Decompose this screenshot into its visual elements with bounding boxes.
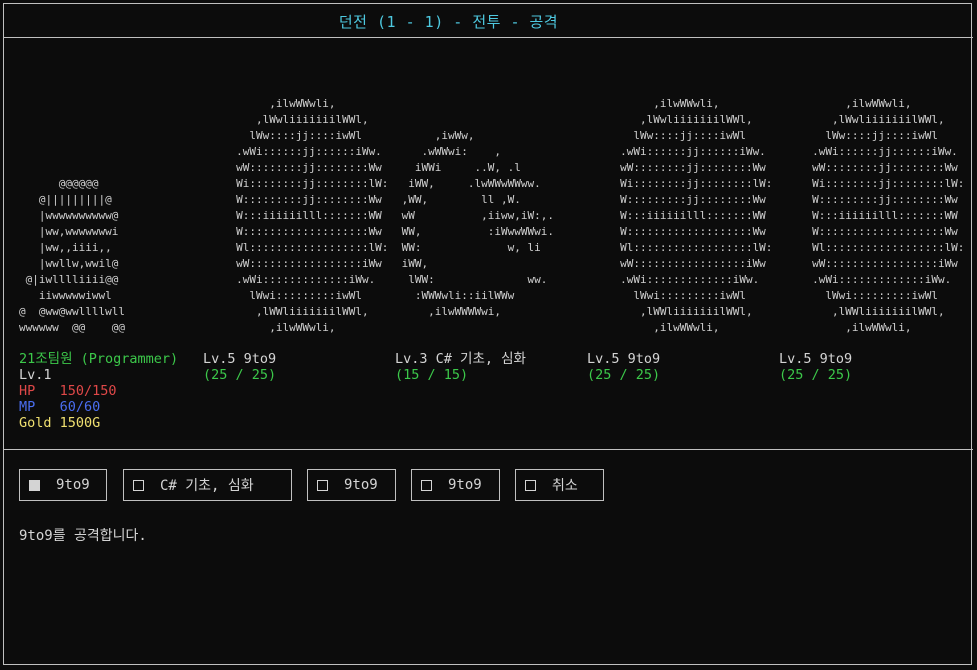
monster-name: Lv.3 C# 기초, 심화: [395, 351, 526, 367]
target-option-csharp[interactable]: C# 기초, 심화: [123, 469, 292, 501]
monster-ascii-art: ,ilwWWwli, ,lWwliiiiiiilWWl, lWw::::jj::…: [620, 97, 773, 334]
mp-value: 60/60: [59, 399, 101, 415]
player-mp: MP 60/60: [19, 399, 100, 415]
option-label: 9to9: [344, 477, 378, 493]
monster-hp: (25 / 25): [203, 367, 277, 383]
monster-ascii-art: ,ilwWWwli, ,lWwliiiiiiilWWl, lWw::::jj::…: [812, 97, 965, 334]
player-gold: Gold 1500G: [19, 415, 101, 431]
target-option-9to9-2[interactable]: 9to9: [307, 469, 396, 501]
option-label: 9to9: [448, 477, 482, 493]
battle-message: 9to9를 공격합니다.: [19, 528, 147, 544]
monster-ascii-art: ,ilwWWwli, ,lWwliiiiiiilWWl, lWw::::jj::…: [236, 97, 389, 334]
page-title: 던전 (1 - 1) - 전투 - 공격: [338, 13, 559, 31]
checkbox-icon: [317, 479, 328, 491]
monster-name: Lv.5 9to9: [779, 351, 853, 367]
monster-hp: (15 / 15): [395, 367, 469, 383]
checkbox-icon: [525, 479, 536, 491]
monster-name: Lv.5 9to9: [203, 351, 277, 367]
monster-ascii-art: ,iwWw, .wWWwi: , iWWi ..W, .l iWW, .lwWW…: [401, 129, 554, 318]
hp-label: HP: [19, 383, 36, 399]
player-name: 21조팀원 (Programmer): [19, 351, 179, 367]
checkbox-checked-icon: [29, 479, 40, 491]
hp-value: 150/150: [59, 383, 117, 399]
target-option-9to9-3[interactable]: 9to9: [411, 469, 500, 501]
title-divider: [4, 37, 973, 38]
monster-hp: (25 / 25): [587, 367, 661, 383]
monster-hp: (25 / 25): [779, 367, 853, 383]
cancel-option[interactable]: 취소: [515, 469, 604, 501]
mp-label: MP: [19, 399, 36, 415]
option-label: 9to9: [56, 477, 90, 493]
option-label: C# 기초, 심화: [160, 478, 254, 494]
checkbox-icon: [133, 479, 144, 491]
player-level: Lv.1: [19, 367, 52, 383]
monster-name: Lv.5 9to9: [587, 351, 661, 367]
target-option-9to9-1[interactable]: 9to9: [19, 469, 107, 501]
player-hp: HP 150/150: [19, 383, 117, 399]
section-divider: [4, 449, 973, 450]
checkbox-icon: [421, 479, 432, 491]
player-ascii-art: @@@@@@ @|||||||||@ |wwwwwwwwww@ |ww,wwww…: [19, 177, 125, 334]
option-label: 취소: [552, 478, 578, 494]
